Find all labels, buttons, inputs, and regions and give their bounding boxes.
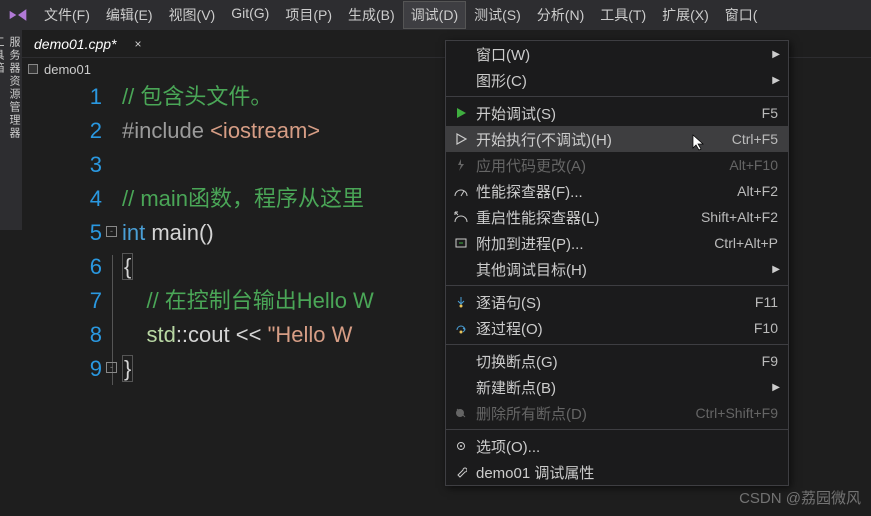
- submenu-arrow-icon: ▶: [772, 75, 780, 86]
- menubar: 文件(F)编辑(E)视图(V)Git(G)项目(P)生成(B)调试(D)测试(S…: [0, 0, 871, 30]
- menu-item-label: 窗口(W): [476, 44, 778, 65]
- menu-item[interactable]: 项目(P): [277, 1, 340, 29]
- tab-title: demo01.cpp*: [34, 36, 117, 52]
- line-number: 9: [22, 352, 102, 386]
- menu-shortcut: F11: [755, 294, 778, 310]
- menu-item[interactable]: 窗口(W)▶: [446, 41, 788, 67]
- line-number: 3: [22, 148, 102, 182]
- menu-item[interactable]: 视图(V): [161, 1, 224, 29]
- line-number: 5: [22, 216, 102, 250]
- menu-item-label: 附加到进程(P)...: [476, 233, 714, 254]
- sidebar-label-toolbox[interactable]: 工具箱: [0, 36, 4, 75]
- menu-item-label: 切换断点(G): [476, 351, 762, 372]
- menu-shortcut: Ctrl+F5: [732, 131, 778, 147]
- menu-item-label: 选项(O)...: [476, 436, 778, 457]
- process-icon: [452, 237, 470, 249]
- line-number: 6: [22, 250, 102, 284]
- menu-item-label: 图形(C): [476, 70, 778, 91]
- menu-shortcut: Alt+F10: [729, 157, 778, 173]
- menu-separator: [446, 96, 788, 97]
- menu-shortcut: F10: [754, 320, 778, 336]
- menu-item[interactable]: 文件(F): [36, 1, 98, 29]
- gear-icon: [452, 440, 470, 452]
- vs-logo-icon: [8, 7, 28, 23]
- menu-item[interactable]: 附加到进程(P)...Ctrl+Alt+P: [446, 230, 788, 256]
- line-number: 8: [22, 318, 102, 352]
- menu-item[interactable]: 生成(B): [340, 1, 403, 29]
- line-number: 7: [22, 284, 102, 318]
- menu-item[interactable]: 图形(C)▶: [446, 67, 788, 93]
- scope-icon: [28, 64, 38, 74]
- line-number: 4: [22, 182, 102, 216]
- step-over-icon: [452, 322, 470, 334]
- left-sidebar[interactable]: 服务器资源管理器 工具箱: [0, 30, 22, 230]
- menu-shortcut: Shift+Alt+F2: [701, 209, 778, 225]
- submenu-arrow-icon: ▶: [772, 264, 780, 275]
- menu-shortcut: Ctrl+Shift+F9: [696, 405, 778, 421]
- menu-item[interactable]: 编辑(E): [98, 1, 161, 29]
- gauge-icon: [452, 185, 470, 197]
- line-gutter: 123456789: [22, 80, 122, 516]
- menu-separator: [446, 429, 788, 430]
- menu-item[interactable]: 新建断点(B)▶: [446, 374, 788, 400]
- step-into-icon: [452, 296, 470, 308]
- menu-item[interactable]: Git(G): [223, 1, 277, 29]
- fold-icon[interactable]: -: [106, 226, 117, 237]
- menu-item[interactable]: 测试(S): [466, 1, 529, 29]
- menu-separator: [446, 344, 788, 345]
- watermark: CSDN @荔园微风: [739, 487, 861, 508]
- menu-shortcut: F9: [762, 353, 778, 369]
- menu-item[interactable]: 开始执行(不调试)(H)Ctrl+F5: [446, 126, 788, 152]
- menu-item[interactable]: 工具(T): [592, 1, 654, 29]
- gauge-arrow-icon: [452, 211, 470, 223]
- menu-shortcut: Alt+F2: [737, 183, 778, 199]
- play-outline-icon: [452, 133, 470, 145]
- menu-item-label: 开始执行(不调试)(H): [476, 129, 732, 150]
- debug-dropdown-menu[interactable]: 窗口(W)▶图形(C)▶开始调试(S)F5开始执行(不调试)(H)Ctrl+F5…: [445, 40, 789, 486]
- menu-item[interactable]: 窗口(: [717, 1, 766, 29]
- tab-demo01[interactable]: demo01.cpp* ×: [26, 32, 150, 56]
- menu-item[interactable]: 分析(N): [529, 1, 592, 29]
- fold-icon[interactable]: -: [106, 362, 117, 373]
- menu-item-label: 删除所有断点(D): [476, 403, 696, 424]
- breadcrumb-text: demo01: [44, 62, 91, 77]
- line-number: 2: [22, 114, 102, 148]
- menu-item-label: demo01 调试属性: [476, 462, 778, 483]
- menu-item-label: 逐语句(S): [476, 292, 755, 313]
- close-icon[interactable]: ×: [135, 37, 142, 51]
- menu-item: 应用代码更改(A)Alt+F10: [446, 152, 788, 178]
- menu-separator: [446, 285, 788, 286]
- line-number: 1: [22, 80, 102, 114]
- menu-item[interactable]: 扩展(X): [654, 1, 717, 29]
- menu-item-label: 开始调试(S): [476, 103, 762, 124]
- menu-item-label: 逐过程(O): [476, 318, 754, 339]
- menu-item-label: 重启性能探查器(L): [476, 207, 701, 228]
- menu-item[interactable]: 调试(D): [403, 1, 466, 29]
- menu-item: 删除所有断点(D)Ctrl+Shift+F9: [446, 400, 788, 426]
- menu-item-label: 应用代码更改(A): [476, 155, 729, 176]
- menu-item[interactable]: 逐过程(O)F10: [446, 315, 788, 341]
- menu-item[interactable]: 逐语句(S)F11: [446, 289, 788, 315]
- menu-shortcut: F5: [762, 105, 778, 121]
- menu-item[interactable]: 重启性能探查器(L)Shift+Alt+F2: [446, 204, 788, 230]
- play-green-icon: [452, 107, 470, 119]
- submenu-arrow-icon: ▶: [772, 49, 780, 60]
- submenu-arrow-icon: ▶: [772, 382, 780, 393]
- menu-item[interactable]: 性能探查器(F)...Alt+F2: [446, 178, 788, 204]
- menu-item-label: 新建断点(B): [476, 377, 778, 398]
- lightning-icon: [452, 159, 470, 171]
- menu-item[interactable]: 其他调试目标(H)▶: [446, 256, 788, 282]
- menu-item[interactable]: 选项(O)...: [446, 433, 788, 459]
- menu-item-label: 其他调试目标(H): [476, 259, 778, 280]
- wrench-icon: [452, 466, 470, 478]
- menu-item-label: 性能探查器(F)...: [476, 181, 737, 202]
- menu-item[interactable]: 开始调试(S)F5: [446, 100, 788, 126]
- sidebar-label-server-explorer[interactable]: 服务器资源管理器: [8, 36, 20, 140]
- bp-clear-icon: [452, 407, 470, 419]
- menu-item[interactable]: 切换断点(G)F9: [446, 348, 788, 374]
- menu-item[interactable]: demo01 调试属性: [446, 459, 788, 485]
- menu-shortcut: Ctrl+Alt+P: [714, 235, 778, 251]
